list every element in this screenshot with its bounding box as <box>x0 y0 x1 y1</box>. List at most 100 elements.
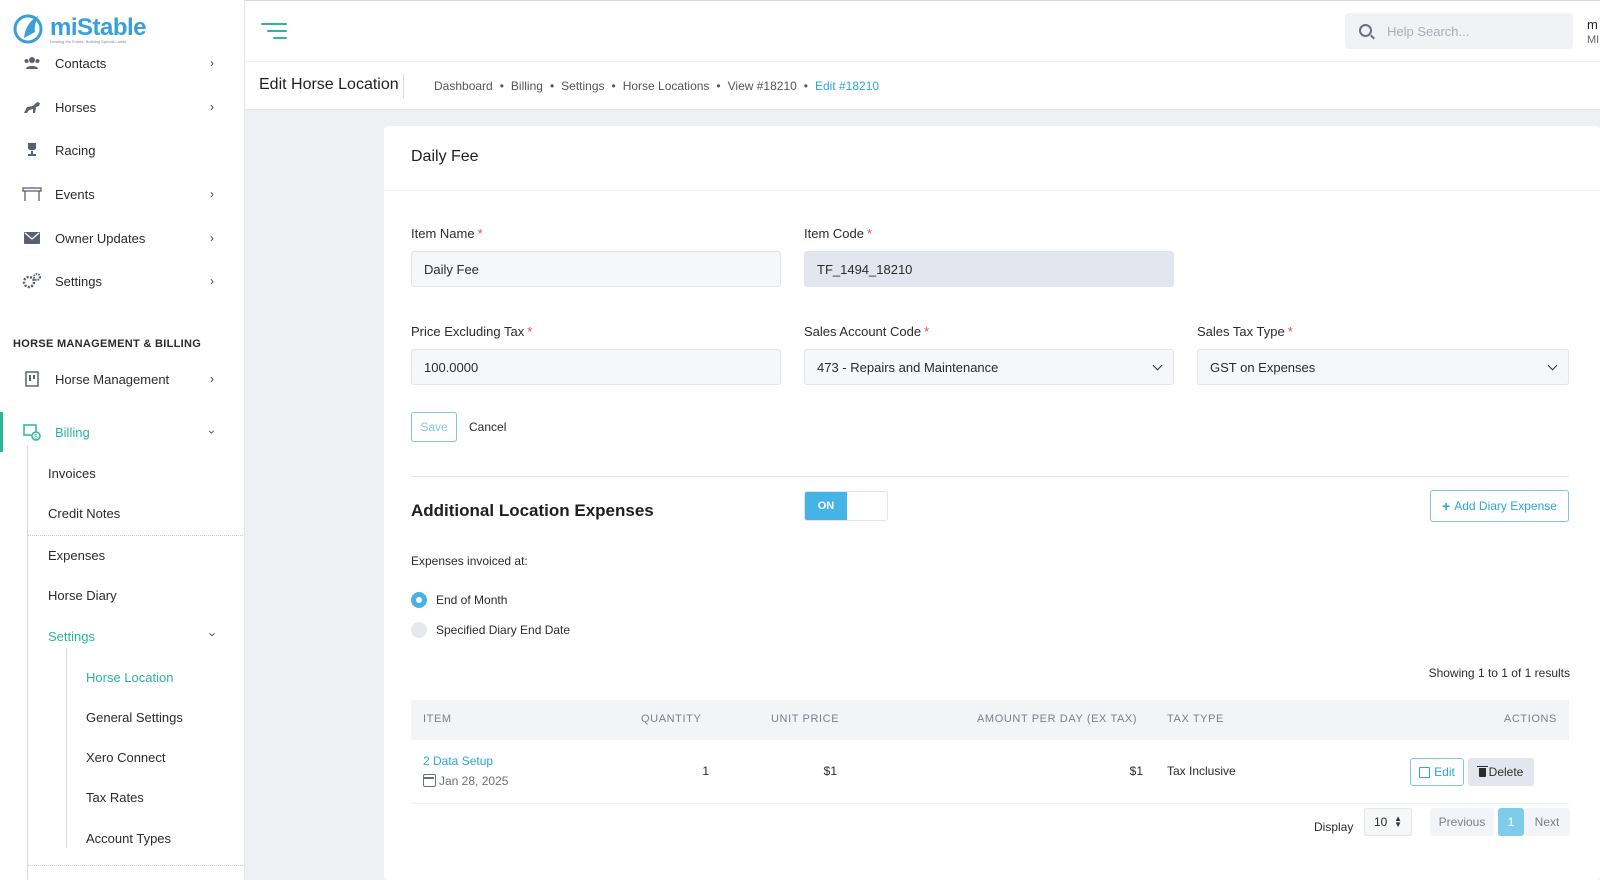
sidebar-item-label: Settings <box>55 273 102 289</box>
radio-specified-diary-end-date[interactable]: Specified Diary End Date <box>411 622 570 638</box>
sidebar-item-settings[interactable]: Settings › <box>0 261 244 301</box>
sidebar-item-owner-updates[interactable]: Owner Updates › <box>0 218 244 258</box>
sidebar: miStable Leading the Future, Building Sp… <box>0 0 245 880</box>
breadcrumb-separator: • <box>716 79 721 93</box>
breadcrumb-billing[interactable]: Billing <box>511 79 543 93</box>
column-header-actions: ACTIONS <box>1503 713 1557 725</box>
sidebar-item-horse-management[interactable]: Horse Management › <box>0 359 244 399</box>
sidebar-subitem-invoices[interactable]: Invoices <box>48 466 96 481</box>
sidebar-subitem-xero-connect[interactable]: Xero Connect <box>86 750 166 765</box>
card-title: Daily Fee <box>411 148 479 165</box>
menu-toggle-icon[interactable] <box>261 21 287 41</box>
sidebar-subitem-credit-notes[interactable]: Credit Notes <box>48 506 120 521</box>
sidebar-subitem-account-types[interactable]: Account Types <box>86 831 171 846</box>
item-name-field[interactable]: Daily Fee <box>411 251 781 287</box>
trash-icon <box>1476 765 1488 777</box>
submenu-guide-line <box>27 446 28 880</box>
column-header-amount: AMOUNT PER DAY (EX TAX) <box>977 713 1138 725</box>
item-code-field: TF_1494_18210 <box>804 251 1174 287</box>
sidebar-item-racing[interactable]: Racing <box>0 130 244 170</box>
edit-button[interactable]: Edit <box>1410 758 1464 786</box>
radio-end-of-month[interactable]: End of Month <box>411 592 507 608</box>
item-link[interactable]: 2 Data Setup <box>423 754 493 768</box>
sidebar-item-billing[interactable]: $ Billing › <box>0 412 244 452</box>
sidebar-subitem-horse-location[interactable]: Horse Location <box>86 670 173 685</box>
quantity-cell: 1 <box>702 764 709 778</box>
chevron-right-icon: › <box>210 372 214 386</box>
sales-tax-select[interactable]: GST on Expenses <box>1197 349 1569 385</box>
add-diary-expense-button[interactable]: + Add Diary Expense <box>1430 490 1569 522</box>
amount-cell: $1 <box>1129 764 1143 778</box>
sales-account-label: Sales Account Code * <box>804 324 930 339</box>
delete-button[interactable]: Delete <box>1468 758 1534 786</box>
button-label: Delete <box>1488 765 1524 779</box>
sidebar-item-contacts[interactable]: Contacts › <box>0 43 244 83</box>
expenses-toggle[interactable]: ON <box>804 491 888 521</box>
sidebar-subitem-tax-rates[interactable]: Tax Rates <box>86 790 144 805</box>
help-search[interactable] <box>1345 13 1573 49</box>
breadcrumb-view[interactable]: View #18210 <box>728 79 797 93</box>
sidebar-subitem-general-settings[interactable]: General Settings <box>86 710 183 725</box>
sidebar-subitem-settings[interactable]: Settings <box>48 629 95 644</box>
logo[interactable]: miStable Leading the Future, Building Sp… <box>12 12 147 44</box>
column-header-item: ITEM <box>423 713 452 725</box>
updown-arrows-icon: ▲ ▼ <box>1394 814 1402 829</box>
unit-price-cell: $1 <box>823 764 837 778</box>
breadcrumb-separator: • <box>499 79 504 93</box>
chevron-down-icon: › <box>205 632 221 637</box>
sidebar-item-label: Horses <box>55 99 97 115</box>
column-header-quantity: QUANTITY <box>641 713 702 725</box>
events-gate-icon <box>22 184 42 204</box>
item-name-label: Item Name * <box>411 226 483 241</box>
sidebar-subitem-horse-diary[interactable]: Horse Diary <box>48 588 117 603</box>
sidebar-item-label: Owner Updates <box>55 230 146 246</box>
next-page-button[interactable]: Next <box>1524 808 1570 836</box>
tax-type-cell: Tax Inclusive <box>1167 764 1236 778</box>
chevron-right-icon: › <box>210 100 214 114</box>
sidebar-item-events[interactable]: Events › <box>0 174 244 214</box>
column-header-unit-price: UNIT PRICE <box>771 713 840 725</box>
search-input[interactable] <box>1387 23 1557 39</box>
breadcrumb: Dashboard • Billing • Settings • Horse L… <box>434 79 879 93</box>
breadcrumb-separator: • <box>611 79 616 93</box>
horse-icon <box>22 97 42 117</box>
horse-logo-icon <box>13 14 43 44</box>
radio-label: Specified Diary End Date <box>436 623 571 637</box>
chevron-right-icon: › <box>210 231 214 245</box>
select-value: GST on Expenses <box>1210 359 1316 375</box>
chevron-down-icon: › <box>205 430 219 434</box>
divider <box>411 476 1569 477</box>
breadcrumb-dashboard[interactable]: Dashboard <box>434 79 493 93</box>
sales-account-select[interactable]: 473 - Repairs and Maintenance <box>804 349 1174 385</box>
sidebar-item-horses[interactable]: Horses › <box>0 87 244 127</box>
radio-unchecked-icon <box>411 622 427 638</box>
radio-label: End of Month <box>436 593 508 607</box>
breadcrumb-settings[interactable]: Settings <box>561 79 604 93</box>
page-size-select[interactable]: 10 ▲ ▼ <box>1364 808 1412 836</box>
page-header: Edit Horse Location Dashboard • Billing … <box>245 62 1600 110</box>
previous-page-button[interactable]: Previous <box>1430 808 1494 836</box>
save-button[interactable]: Save <box>411 412 457 442</box>
edit-icon <box>1419 766 1431 778</box>
user-role: MI <box>1587 34 1600 46</box>
sidebar-subitem-label: Settings <box>48 629 95 644</box>
breadcrumb-separator: • <box>803 79 808 93</box>
chevron-right-icon: › <box>210 187 214 201</box>
submenu-guide-line <box>66 648 67 848</box>
item-date: Jan 28, 2025 <box>423 774 508 788</box>
cancel-button[interactable]: Cancel <box>469 412 506 442</box>
plus-icon: + <box>1442 498 1451 514</box>
results-count: Showing 1 to 1 of 1 results <box>1428 666 1570 680</box>
divider <box>27 535 244 536</box>
divider <box>27 865 244 866</box>
user-name[interactable]: m <box>1587 17 1598 32</box>
price-field[interactable]: 100.0000 <box>411 349 781 385</box>
breadcrumb-horse-locations[interactable]: Horse Locations <box>623 79 710 93</box>
sidebar-subitem-expenses[interactable]: Expenses <box>48 548 105 563</box>
sidebar-item-label: Events <box>55 186 95 202</box>
button-label: Add Diary Expense <box>1454 499 1557 513</box>
gears-icon <box>22 271 42 291</box>
envelope-icon <box>22 228 42 248</box>
page-number-button[interactable]: 1 <box>1498 808 1524 836</box>
clipboard-icon <box>22 369 42 389</box>
